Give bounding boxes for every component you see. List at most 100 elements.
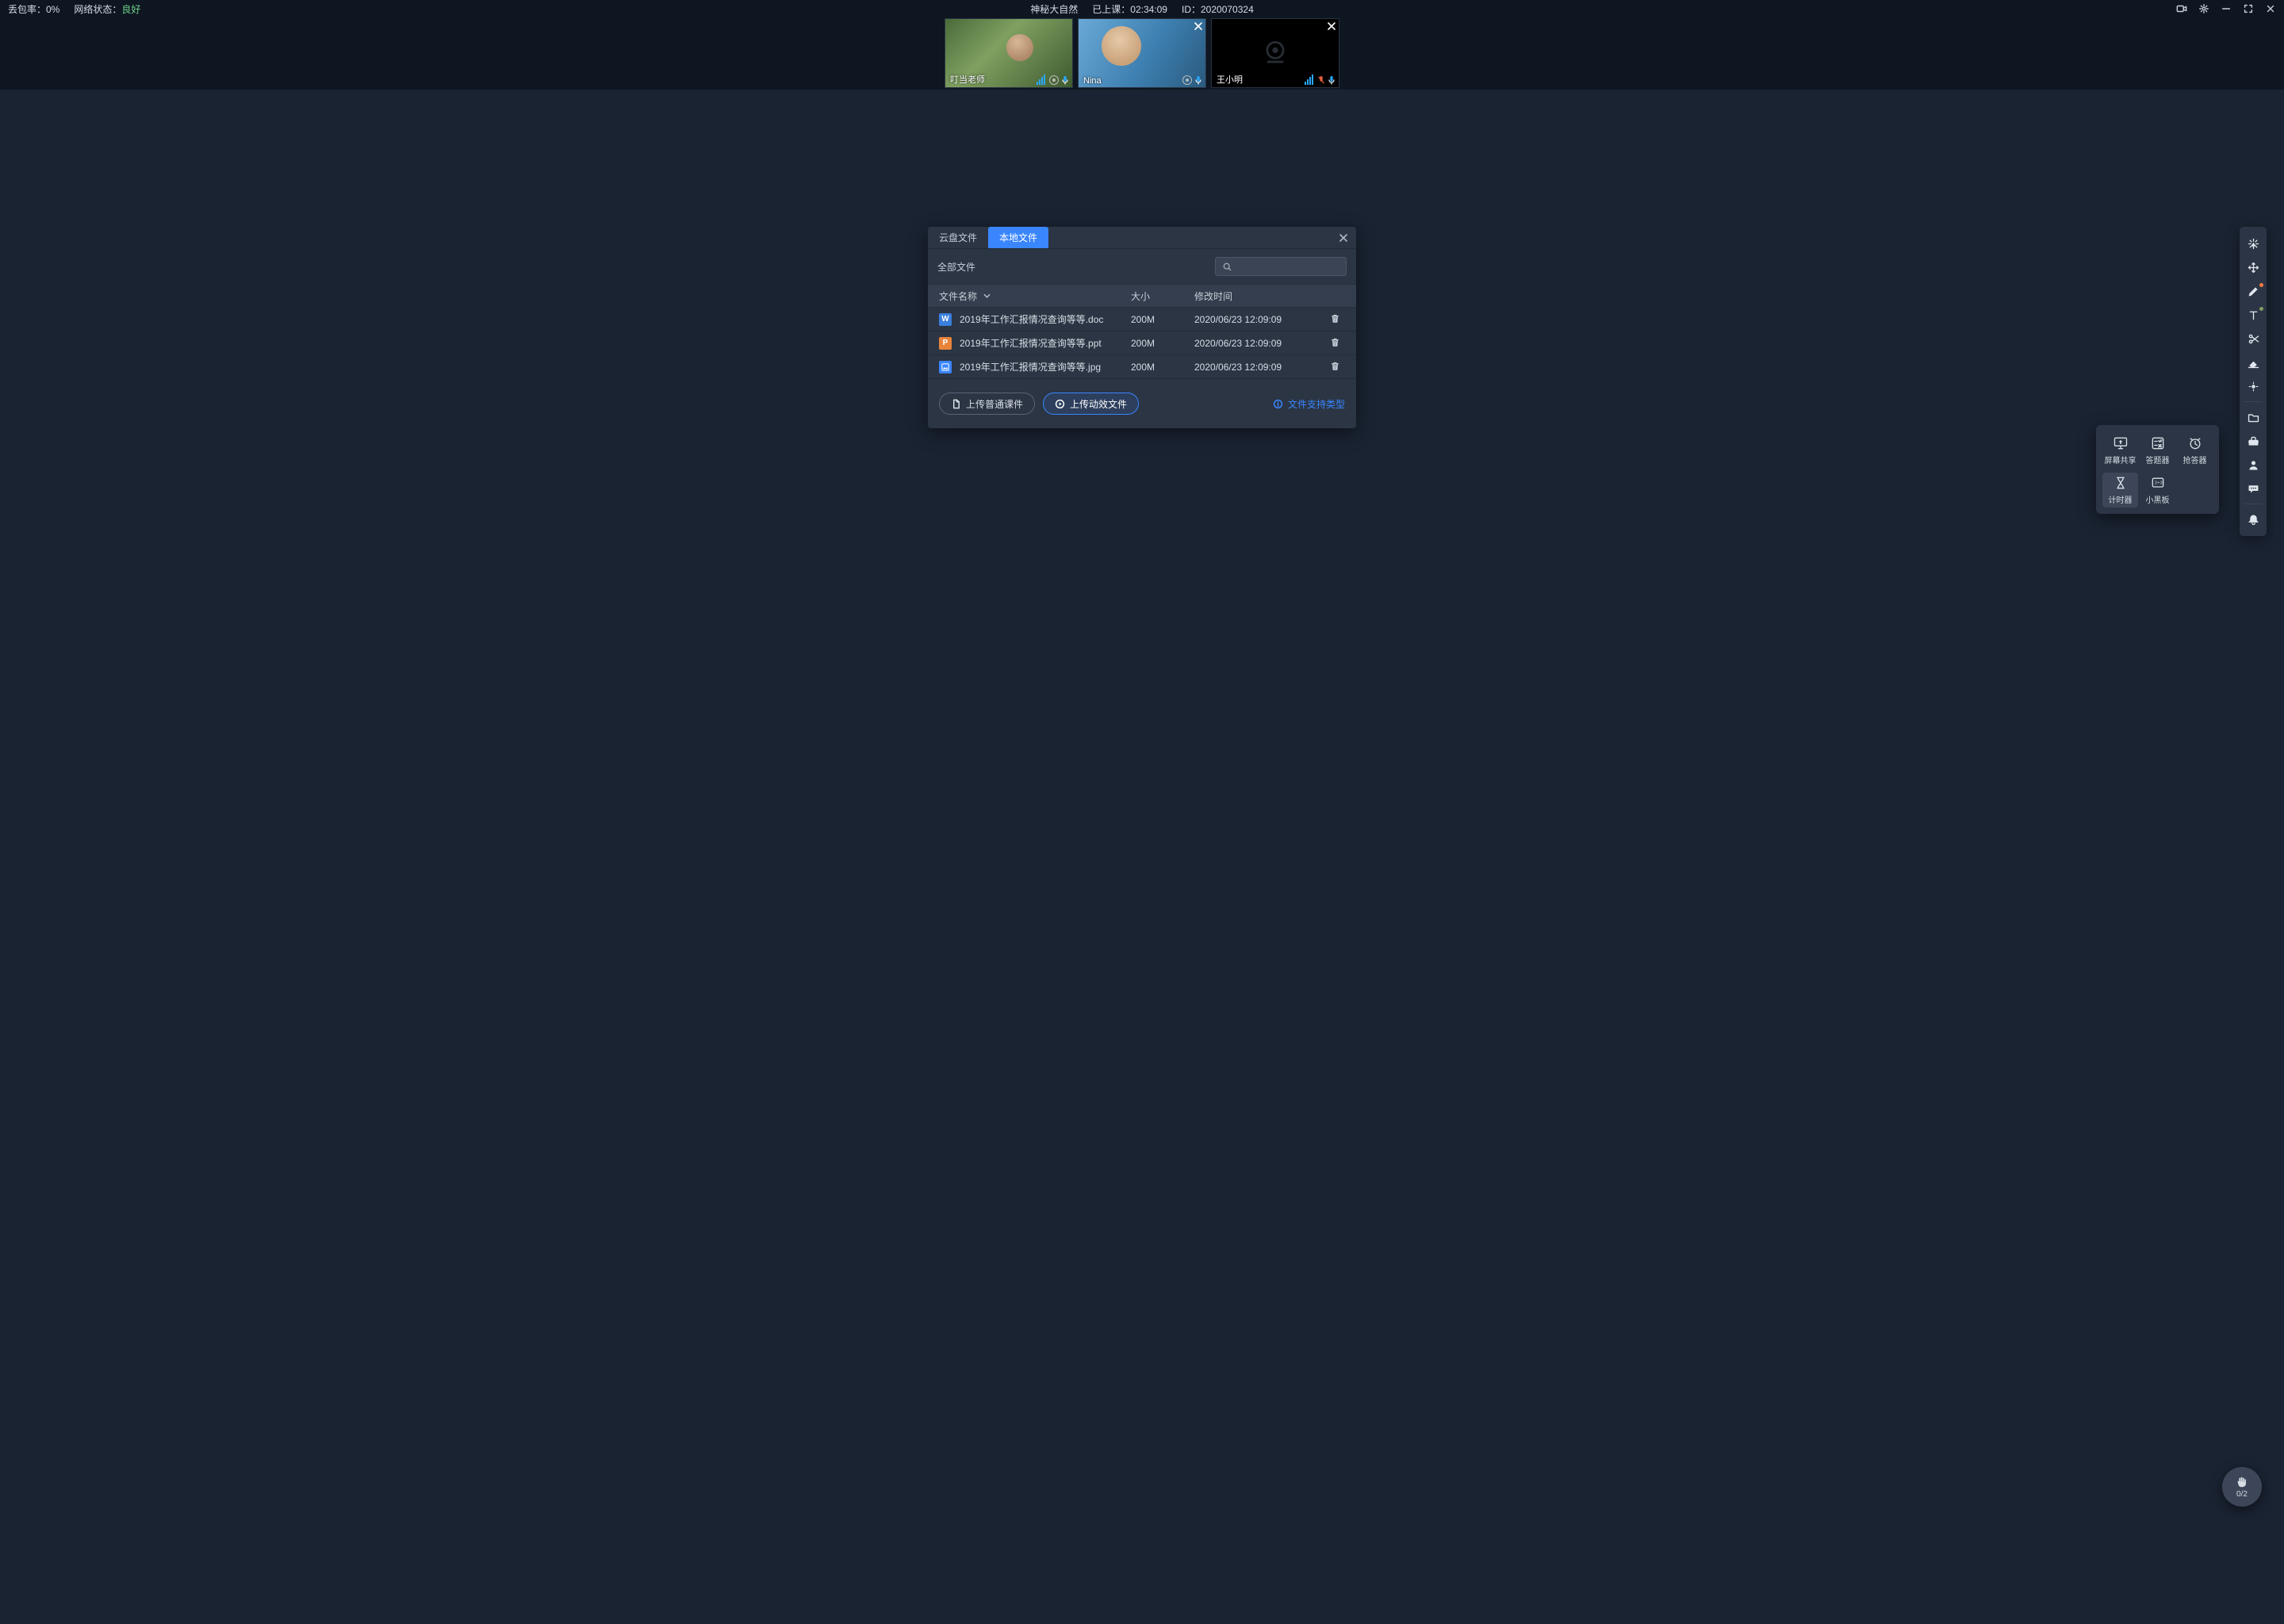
elapsed-time: 已上课：02:34:09	[1092, 2, 1167, 16]
delete-icon[interactable]	[1330, 315, 1340, 326]
move-icon	[2247, 261, 2260, 274]
close-icon[interactable]	[1337, 232, 1350, 244]
toolbox-icon	[2247, 435, 2260, 448]
supported-types-link[interactable]: 文件支持类型	[1273, 397, 1345, 411]
file-size: 200M	[1131, 314, 1194, 325]
folder-icon	[2247, 411, 2260, 424]
screen-share-icon	[2113, 435, 2129, 451]
table-row[interactable]: W 2019年工作汇报情况查询等等.doc 200M 2020/06/23 12…	[928, 308, 1356, 331]
laser-pointer-icon	[2247, 237, 2260, 251]
packet-loss-label: 丢包率：0%	[8, 2, 59, 16]
file-dialog-footer: 上传普通课件 上传动效文件 文件支持类型	[928, 379, 1356, 428]
video-indicators	[1037, 75, 1069, 85]
pen-button[interactable]	[2242, 279, 2264, 303]
chat-button[interactable]	[2242, 477, 2264, 500]
video-tile-teacher[interactable]: 叮当老师	[945, 18, 1073, 88]
file-dialog: 云盘文件 本地文件 全部文件 文件名称 大小 修改时间 W 2019年工作汇报情…	[928, 227, 1356, 428]
person-icon	[2247, 458, 2260, 472]
video-indicators	[1305, 75, 1336, 85]
file-name: 2019年工作汇报情况查询等等.jpg	[960, 360, 1101, 373]
file-type-image-icon	[939, 361, 952, 373]
column-name[interactable]: 文件名称	[928, 289, 1131, 303]
teaching-tools-popover: 屏幕共享 AB 答题器 抢答器 计时器 2+3 小黑板	[2096, 425, 2219, 514]
participant-name: Nina	[1083, 76, 1102, 86]
mic-icon	[1194, 75, 1202, 85]
fullscreen-icon[interactable]	[2243, 3, 2254, 14]
alarm-clock-icon	[2187, 435, 2203, 451]
folder-button[interactable]	[2242, 405, 2264, 429]
file-type-ppt-icon: P	[939, 337, 952, 350]
file-time: 2020/06/23 12:09:09	[1194, 314, 1313, 325]
camera-indicator-icon	[1049, 75, 1059, 85]
eraser-button[interactable]	[2242, 350, 2264, 374]
close-icon[interactable]	[1327, 21, 1336, 30]
close-icon[interactable]	[1194, 21, 1203, 30]
file-table-body: W 2019年工作汇报情况查询等等.doc 200M 2020/06/23 12…	[928, 308, 1356, 379]
file-name: 2019年工作汇报情况查询等等.ppt	[960, 336, 1102, 350]
settings-icon[interactable]	[2198, 3, 2209, 14]
volume-bars-icon	[1037, 75, 1045, 85]
sort-desc-icon	[983, 293, 991, 298]
raise-hand-button[interactable]: 0/2	[2222, 1467, 2262, 1507]
upload-animated-button[interactable]: 上传动效文件	[1043, 393, 1139, 415]
scissors-button[interactable]	[2242, 327, 2264, 350]
eraser-icon	[2247, 356, 2260, 370]
participant-name: 王小明	[1217, 73, 1243, 86]
document-icon	[951, 399, 961, 409]
answer-tool-button[interactable]: AB 答题器	[2140, 433, 2175, 468]
file-dialog-tabs: 云盘文件 本地文件	[928, 227, 1356, 249]
upload-normal-button[interactable]: 上传普通课件	[939, 393, 1035, 415]
file-type-doc-icon: W	[939, 313, 952, 326]
topbar-left-group: 丢包率：0% 网络状态：良好	[8, 2, 140, 16]
right-toolbar	[2240, 227, 2267, 536]
file-time: 2020/06/23 12:09:09	[1194, 338, 1313, 349]
delete-icon[interactable]	[1330, 362, 1340, 373]
file-name: 2019年工作汇报情况查询等等.doc	[960, 312, 1103, 326]
mic-muted-icon	[1317, 75, 1325, 85]
all-files-label: 全部文件	[937, 260, 975, 274]
camera-indicator-icon	[1182, 75, 1192, 85]
search-input[interactable]	[1215, 257, 1347, 276]
video-tile-student[interactable]: 王小明	[1211, 18, 1339, 88]
timer-button[interactable]: 计时器	[2102, 473, 2138, 508]
column-size[interactable]: 大小	[1131, 289, 1194, 303]
record-icon[interactable]	[2176, 3, 2187, 14]
race-answer-button[interactable]: 抢答器	[2177, 433, 2213, 468]
delete-icon[interactable]	[1330, 339, 1340, 350]
person-button[interactable]	[2242, 453, 2264, 477]
move-button[interactable]	[2242, 255, 2264, 279]
tab-cloud-files[interactable]: 云盘文件	[928, 227, 988, 248]
separator	[2244, 401, 2262, 402]
text-button[interactable]	[2242, 303, 2264, 327]
search-icon	[1222, 262, 1232, 272]
table-row[interactable]: 2019年工作汇报情况查询等等.jpg 200M 2020/06/23 12:0…	[928, 355, 1356, 379]
minimize-icon[interactable]	[2221, 3, 2232, 14]
file-table-header: 文件名称 大小 修改时间	[928, 284, 1356, 308]
pen-icon	[2247, 285, 2260, 298]
toolbox-button[interactable]	[2242, 429, 2264, 453]
top-status-bar: 丢包率：0% 网络状态：良好 神秘大自然 已上课：02:34:09 ID：202…	[0, 0, 2284, 17]
quiz-icon: AB	[2150, 435, 2166, 451]
info-icon	[1273, 399, 1283, 409]
bell-button[interactable]	[2242, 508, 2264, 531]
svg-text:2+3: 2+3	[2154, 481, 2162, 486]
table-row[interactable]: P 2019年工作汇报情况查询等等.ppt 200M 2020/06/23 12…	[928, 331, 1356, 355]
screen-share-button[interactable]: 屏幕共享	[2102, 433, 2138, 468]
network-status: 网络状态：良好	[74, 2, 140, 16]
column-time[interactable]: 修改时间	[1194, 289, 1313, 303]
video-tile-student[interactable]: Nina	[1078, 18, 1206, 88]
mini-board-button[interactable]: 2+3 小黑板	[2140, 473, 2175, 508]
brightness-button[interactable]	[2242, 374, 2264, 398]
tab-local-files[interactable]: 本地文件	[988, 227, 1048, 248]
raise-hand-count: 0/2	[2236, 1490, 2248, 1499]
laser-pointer-button[interactable]	[2242, 232, 2264, 255]
participant-video-strip: 叮当老师 Nina 王小明	[0, 17, 2284, 90]
volume-bars-icon	[1305, 75, 1313, 85]
file-time: 2020/06/23 12:09:09	[1194, 362, 1313, 373]
brightness-icon	[2248, 381, 2259, 393]
text-icon	[2247, 308, 2260, 322]
hourglass-icon	[2113, 475, 2129, 491]
topbar-center-group: 神秘大自然 已上课：02:34:09 ID：2020070324	[1030, 2, 1254, 16]
close-icon[interactable]	[2265, 3, 2276, 14]
hand-icon	[2235, 1475, 2249, 1489]
